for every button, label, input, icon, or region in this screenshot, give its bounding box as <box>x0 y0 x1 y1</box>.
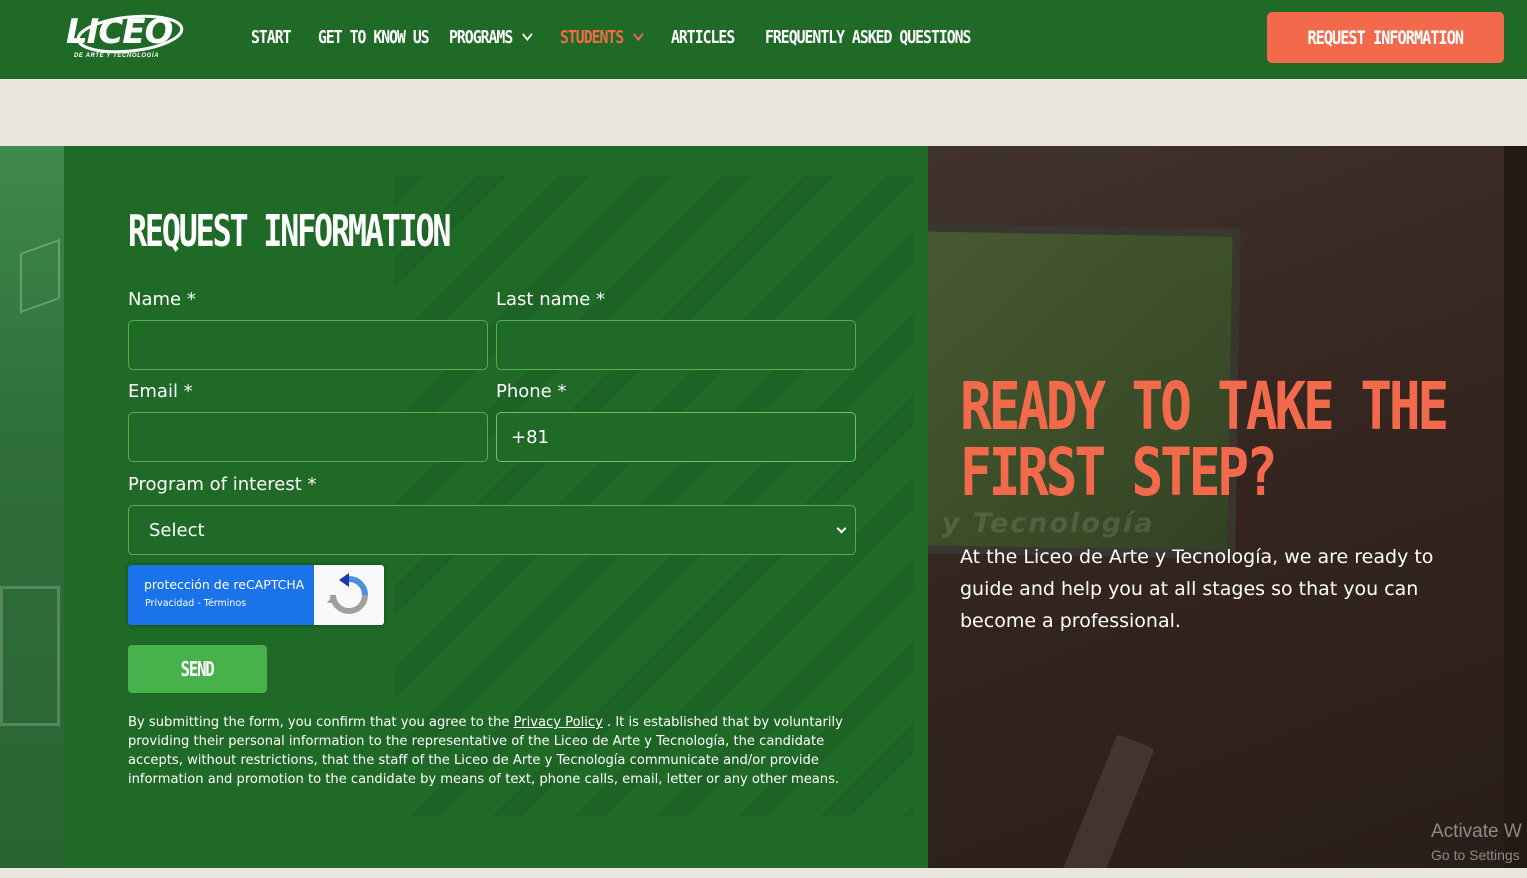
nav-faq[interactable]: FREQUENTLY ASKED QUESTIONS <box>765 27 971 48</box>
windows-activation-watermark: Activate W <box>1431 821 1522 842</box>
chevron-down-icon <box>836 523 847 534</box>
email-input[interactable] <box>128 412 488 462</box>
name-input[interactable] <box>128 320 488 370</box>
send-button[interactable]: SEND <box>128 645 267 693</box>
nav-students[interactable]: STUDENTS <box>560 27 644 48</box>
logo-subtitle: DE ARTE Y TECNOLOGÍA <box>74 53 160 59</box>
contact-section: REQUEST INFORMATION Name * Last name * E… <box>0 146 1527 868</box>
last-name-input[interactable] <box>496 320 856 370</box>
phone-input[interactable]: +81 <box>496 412 856 462</box>
privacy-disclaimer: By submitting the form, you confirm that… <box>128 715 843 787</box>
phone-label: Phone * <box>496 381 567 402</box>
windows-activation-subtitle[interactable]: Go to Settings <box>1431 847 1520 863</box>
nav-programs[interactable]: PROGRAMS <box>449 27 533 48</box>
recaptcha-links[interactable]: Privacidad - Términos <box>145 598 246 609</box>
recaptcha-icon <box>314 565 384 625</box>
recaptcha-label: protección de reCAPTCHA <box>144 577 305 592</box>
form-title: REQUEST INFORMATION <box>128 206 452 257</box>
background-photo-text: y Tecnología <box>942 508 1155 539</box>
recaptcha-badge[interactable]: protección de reCAPTCHA Privacidad - Tér… <box>128 565 384 625</box>
request-information-button[interactable]: REQUEST INFORMATION <box>1267 12 1504 63</box>
last-name-label: Last name * <box>496 289 605 310</box>
nav-start[interactable]: START <box>251 27 292 48</box>
chevron-down-icon <box>522 28 533 41</box>
liceo-logo[interactable]: LICEO DE ARTE Y TECNOLOGÍA <box>64 10 186 64</box>
program-select[interactable]: Select <box>128 505 856 555</box>
hero-photo-panel: y Tecnología READY TO TAKE THE FIRST STE… <box>928 146 1504 868</box>
site-header: LICEO DE ARTE Y TECNOLOGÍA START GET TO … <box>0 0 1527 79</box>
hero-heading: READY TO TAKE THE FIRST STEP? <box>960 368 1449 511</box>
privacy-policy-link[interactable]: Privacy Policy <box>514 715 603 730</box>
spacer-band <box>0 79 1527 146</box>
email-label: Email * <box>128 381 193 402</box>
hero-text: At the Liceo de Arte y Tecnología, we ar… <box>960 546 1434 632</box>
nav-articles[interactable]: ARTICLES <box>671 27 735 48</box>
background-photo-left <box>0 146 64 868</box>
chevron-down-icon <box>633 28 644 41</box>
logo-wordmark: LICEO <box>66 12 173 52</box>
nav-get-to-know-us[interactable]: GET TO KNOW US <box>318 27 430 48</box>
program-select-value: Select <box>149 519 205 541</box>
main-nav: START GET TO KNOW US PROGRAMS STUDENTS A… <box>251 24 1048 50</box>
name-label: Name * <box>128 289 196 310</box>
request-form-panel: REQUEST INFORMATION Name * Last name * E… <box>64 146 928 868</box>
program-label: Program of interest * <box>128 474 317 495</box>
